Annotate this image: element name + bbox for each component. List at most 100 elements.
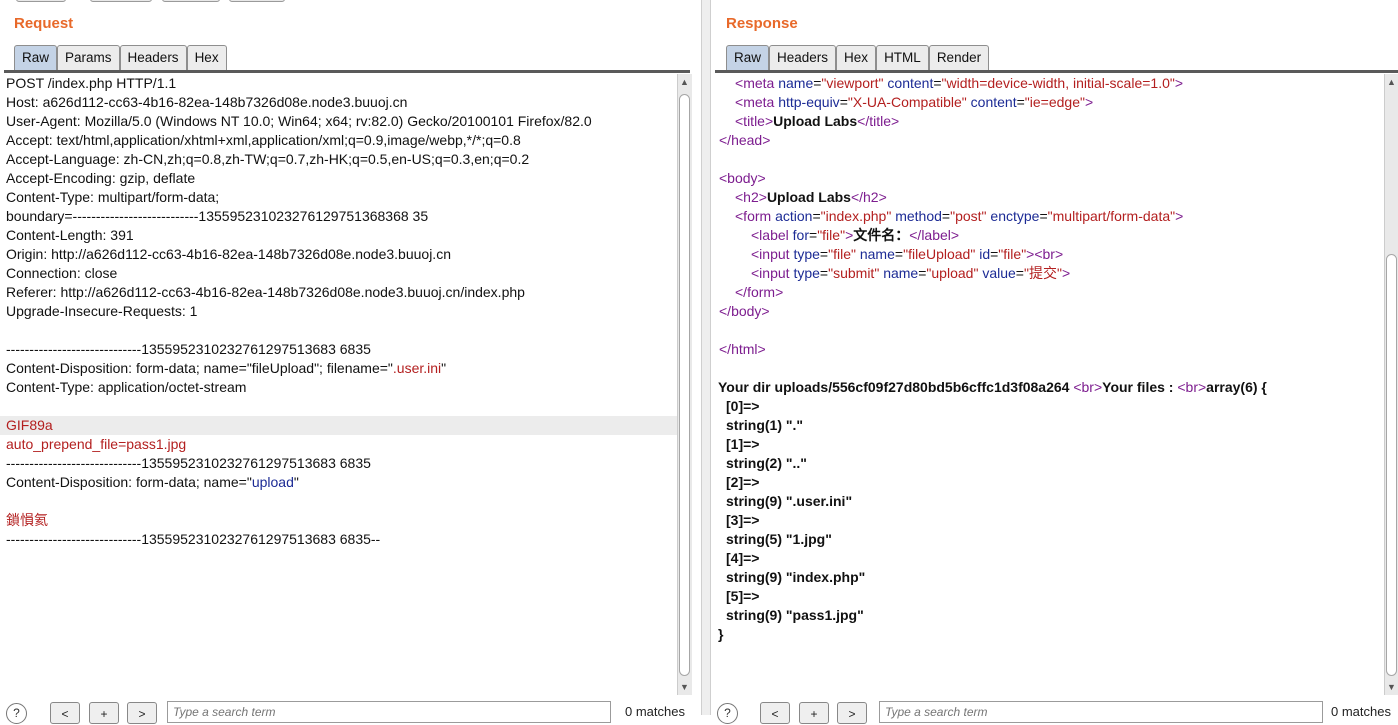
request-line: 鎖愪氦 xyxy=(6,512,48,528)
scroll-down-icon[interactable]: ▼ xyxy=(1387,682,1396,692)
disposition-text: Content-Disposition: form-data; name="fi… xyxy=(6,360,393,376)
request-line: Content-Disposition: form-data; name="up… xyxy=(0,473,677,492)
response-line: <meta http-equiv="X-UA-Compatible" conte… xyxy=(735,94,1094,110)
array-entry: string(1) "." xyxy=(726,417,804,433)
request-line: Accept-Encoding: gzip, deflate xyxy=(6,170,196,186)
response-line: </head> xyxy=(719,132,771,148)
response-line: <h2>Upload Labs</h2> xyxy=(735,189,887,205)
response-line: <form action="index.php" method="post" e… xyxy=(735,208,1184,224)
tab-hex[interactable]: Hex xyxy=(186,45,227,70)
panel-divider[interactable] xyxy=(701,0,711,715)
request-line: Accept: text/html,application/xhtml+xml,… xyxy=(6,132,521,148)
filename-value: .user.ini xyxy=(392,360,442,376)
match-count: 0 matches xyxy=(625,704,685,719)
request-line: Content-Type: multipart/form-data; xyxy=(6,189,220,205)
tab-hex[interactable]: Hex xyxy=(836,45,877,70)
add-button[interactable]: + xyxy=(89,702,119,724)
result-line: Your dir uploads/556cf09f27d80bd5b6cffc1… xyxy=(718,379,1267,395)
request-line: Referer: http://a626d112-cc63-4b16-82ea-… xyxy=(6,284,525,300)
tab-underline xyxy=(715,70,1398,73)
response-line: <body> xyxy=(719,170,766,186)
response-line xyxy=(711,150,1384,169)
response-title: Response xyxy=(726,15,798,32)
tab-raw[interactable]: Raw xyxy=(726,45,770,70)
request-scrollbar[interactable]: ▲ ▼ xyxy=(677,74,692,695)
match-count: 0 matches xyxy=(1331,704,1391,719)
request-line: -----------------------------13559523102… xyxy=(6,531,381,547)
scroll-down-icon[interactable]: ▼ xyxy=(680,682,689,692)
disposition-text: Content-Disposition: form-data; name=" xyxy=(6,474,252,490)
response-tabs: Raw Headers Hex HTML Render xyxy=(726,45,990,71)
tab-raw[interactable]: Raw xyxy=(14,45,58,70)
add-button[interactable]: + xyxy=(799,702,829,724)
request-line: Connection: close xyxy=(6,265,118,281)
response-editor[interactable]: <meta name="viewport" content="width=dev… xyxy=(711,74,1384,695)
scroll-up-icon[interactable]: ▲ xyxy=(1387,77,1396,87)
request-line: Upgrade-Insecure-Requests: 1 xyxy=(6,303,198,319)
array-entry: string(9) "index.php" xyxy=(726,569,866,585)
help-icon[interactable]: ? xyxy=(717,703,738,724)
response-line: </form> xyxy=(735,284,784,300)
request-line xyxy=(0,397,677,416)
request-line: Content-Type: application/octet-stream xyxy=(6,379,247,395)
name-value: upload xyxy=(251,474,294,490)
quote-text: " xyxy=(293,474,299,490)
help-icon[interactable]: ? xyxy=(6,703,27,724)
request-line: Origin: http://a626d112-cc63-4b16-82ea-1… xyxy=(6,246,451,262)
request-line: User-Agent: Mozilla/5.0 (Windows NT 10.0… xyxy=(6,113,592,129)
array-index: [1]=> xyxy=(726,436,760,452)
search-input[interactable] xyxy=(167,701,611,723)
array-entry: string(9) "pass1.jpg" xyxy=(726,607,864,623)
response-line xyxy=(711,321,1384,340)
scroll-thumb[interactable] xyxy=(679,94,690,676)
prev-match-button[interactable]: < xyxy=(760,702,790,724)
search-input[interactable] xyxy=(879,701,1323,723)
request-line: auto_prepend_file=pass1.jpg xyxy=(6,436,187,452)
request-line: Accept-Language: zh-CN,zh;q=0.8,zh-TW;q=… xyxy=(6,151,530,167)
tab-headers[interactable]: Headers xyxy=(769,45,837,70)
request-search-bar: ? < + > 0 matches xyxy=(0,699,701,724)
request-panel: Request Raw Params Headers Hex POST /ind… xyxy=(0,0,701,724)
response-line: <input type="submit" name="upload" value… xyxy=(751,265,1071,281)
request-line: -----------------------------13559523102… xyxy=(6,455,371,471)
response-line: <meta name="viewport" content="width=dev… xyxy=(735,75,1184,91)
request-title: Request xyxy=(14,15,74,32)
response-line: </html> xyxy=(719,341,766,357)
quote-text: " xyxy=(441,360,447,376)
array-index: [4]=> xyxy=(726,550,760,566)
next-match-button[interactable]: > xyxy=(837,702,867,724)
response-line: <title>Upload Labs</title> xyxy=(735,113,900,129)
request-editor[interactable]: POST /index.php HTTP/1.1 Host: a626d112-… xyxy=(0,74,677,695)
response-line: </body> xyxy=(719,303,770,319)
request-tabs: Raw Params Headers Hex xyxy=(14,45,227,71)
request-line: -----------------------------13559523102… xyxy=(6,341,371,357)
request-line: Content-Disposition: form-data; name="fi… xyxy=(0,359,677,378)
scroll-thumb[interactable] xyxy=(1386,254,1397,676)
response-line: <label for="file">文件名：</label> xyxy=(751,227,960,243)
array-close: } xyxy=(718,626,724,642)
array-entry: string(9) ".user.ini" xyxy=(726,493,853,509)
next-match-button[interactable]: > xyxy=(127,702,157,724)
tab-headers[interactable]: Headers xyxy=(119,45,187,70)
response-line: <input type="file" name="fileUpload" id=… xyxy=(751,246,1064,262)
tab-params[interactable]: Params xyxy=(57,45,120,70)
prev-match-button[interactable]: < xyxy=(50,702,80,724)
array-index: [3]=> xyxy=(726,512,760,528)
response-line xyxy=(711,359,1384,378)
request-line: Content-Length: 391 xyxy=(6,227,134,243)
array-index: [2]=> xyxy=(726,474,760,490)
array-entry: string(5) "1.jpg" xyxy=(726,531,832,547)
tab-render[interactable]: Render xyxy=(928,45,990,70)
response-scrollbar[interactable]: ▲ ▼ xyxy=(1384,74,1398,695)
response-search-bar: ? < + > 0 matches xyxy=(711,699,1398,724)
request-line: boundary=---------------------------1355… xyxy=(6,208,429,224)
array-index: [0]=> xyxy=(726,398,760,414)
tab-html[interactable]: HTML xyxy=(876,45,929,70)
tab-underline xyxy=(4,70,690,73)
array-entry: string(2) ".." xyxy=(726,455,807,471)
request-line: Host: a626d112-cc63-4b16-82ea-148b7326d0… xyxy=(6,94,408,110)
array-index: [5]=> xyxy=(726,588,760,604)
request-line-highlighted: GIF89a xyxy=(0,416,677,435)
request-line xyxy=(0,492,677,511)
scroll-up-icon[interactable]: ▲ xyxy=(680,77,689,87)
